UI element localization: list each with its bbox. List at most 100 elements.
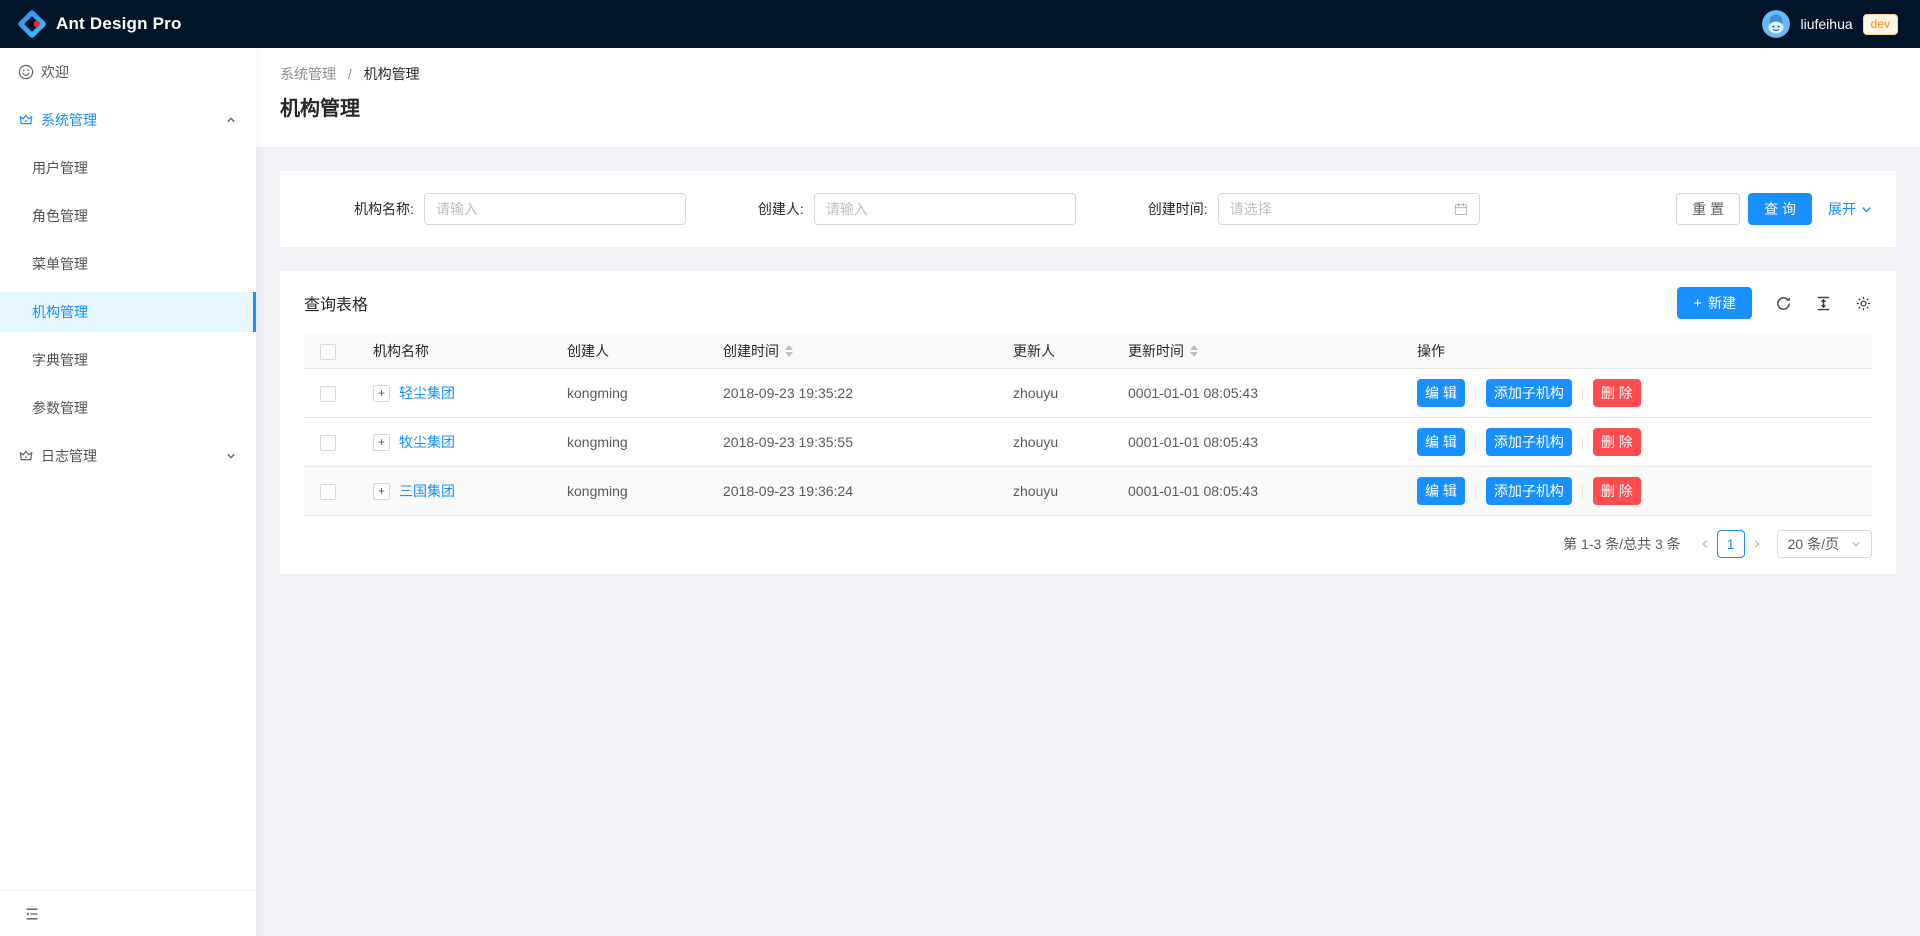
expand-link-label: 展开	[1828, 199, 1856, 219]
filter-field-org-name: 机构名称:	[354, 193, 686, 225]
app-title: Ant Design Pro	[56, 14, 182, 34]
breadcrumb-org-management: 机构管理	[364, 66, 420, 82]
sidebar-item-dict-management[interactable]: 字典管理	[0, 340, 256, 380]
toolbar-actions: + 新建	[1677, 287, 1872, 319]
row-checkbox[interactable]	[320, 435, 336, 451]
creator-cell: kongming	[551, 418, 707, 467]
table-row: + 三国集团 kongming 2018-09-23 19:36:24 zhou…	[304, 467, 1872, 516]
chevron-down-icon	[1861, 204, 1872, 215]
action-divider	[1582, 435, 1583, 450]
column-header-created-time[interactable]: 创建时间	[707, 334, 997, 369]
main-layout: 欢迎 系统管理 用户管理	[0, 48, 1920, 936]
sidebar-item-system-management[interactable]: 系统管理	[0, 100, 256, 140]
updated-time-cell: 0001-01-01 08:05:43	[1112, 418, 1401, 467]
logo-area[interactable]: Ant Design Pro	[18, 10, 182, 38]
delete-button-label: 删 除	[1601, 434, 1633, 450]
sidebar-collapse-trigger[interactable]	[0, 890, 256, 936]
add-child-org-button-label: 添加子机构	[1494, 434, 1564, 450]
username[interactable]: liufeihua	[1800, 16, 1852, 32]
created-time-cell: 2018-09-23 19:35:22	[707, 369, 997, 418]
plus-icon: +	[1693, 296, 1702, 311]
reset-button[interactable]: 重 置	[1676, 193, 1740, 225]
created-time-datepicker[interactable]: 请选择	[1218, 193, 1480, 225]
sidebar-menu: 欢迎 系统管理 用户管理	[0, 48, 256, 484]
column-header-label: 创建时间	[723, 341, 779, 361]
page-number-1[interactable]: 1	[1717, 530, 1745, 558]
action-divider	[1582, 386, 1583, 401]
prev-page-icon[interactable]	[1693, 530, 1717, 558]
delete-button[interactable]: 删 除	[1593, 379, 1641, 407]
sidebar-item-param-management[interactable]: 参数管理	[0, 388, 256, 428]
updated-time-cell: 0001-01-01 08:05:43	[1112, 467, 1401, 516]
sidebar-item-label: 菜单管理	[32, 254, 88, 274]
org-name-link[interactable]: 轻尘集团	[399, 383, 455, 403]
edit-button[interactable]: 编 辑	[1417, 379, 1465, 407]
menu-fold-icon	[24, 906, 40, 922]
crown-icon	[18, 112, 34, 128]
delete-button[interactable]: 删 除	[1593, 477, 1641, 505]
select-all-checkbox[interactable]	[320, 344, 336, 360]
sort-icon	[1190, 345, 1198, 357]
expand-link[interactable]: 展开	[1828, 199, 1872, 219]
updater-cell: zhouyu	[997, 418, 1112, 467]
sidebar-item-org-management[interactable]: 机构管理	[0, 292, 256, 332]
sidebar-item-label: 欢迎	[41, 62, 69, 82]
creator-input[interactable]	[814, 193, 1076, 225]
user-avatar[interactable]	[1762, 10, 1790, 38]
column-header-actions: 操作	[1401, 334, 1872, 369]
filter-field-creator: 创建人:	[758, 193, 1076, 225]
expand-row-icon[interactable]: +	[373, 434, 390, 451]
expand-row-icon[interactable]: +	[373, 483, 390, 500]
column-header-updated-time[interactable]: 更新时间	[1112, 334, 1401, 369]
org-name-input[interactable]	[424, 193, 686, 225]
table-toolbar: 查询表格 + 新建	[280, 271, 1896, 334]
page-title: 机构管理	[280, 95, 1896, 123]
edit-button[interactable]: 编 辑	[1417, 477, 1465, 505]
add-child-org-button[interactable]: 添加子机构	[1486, 477, 1572, 505]
action-divider	[1582, 484, 1583, 499]
expand-row-icon[interactable]: +	[373, 385, 390, 402]
sidebar-item-role-management[interactable]: 角色管理	[0, 196, 256, 236]
edit-button[interactable]: 编 辑	[1417, 428, 1465, 456]
creator-cell: kongming	[551, 369, 707, 418]
search-button[interactable]: 查 询	[1748, 193, 1812, 225]
org-name-link[interactable]: 三国集团	[399, 481, 455, 501]
page-header: 系统管理 / 机构管理 机构管理	[256, 48, 1920, 147]
smile-icon	[18, 64, 34, 80]
env-tag: dev	[1863, 14, 1898, 35]
settings-gear-icon[interactable]	[1855, 295, 1872, 312]
created-time-label: 创建时间:	[1148, 199, 1208, 219]
sidebar-item-welcome[interactable]: 欢迎	[0, 52, 256, 92]
next-page-icon[interactable]	[1745, 530, 1769, 558]
chevron-down-icon	[226, 451, 236, 461]
org-name-link[interactable]: 牧尘集团	[399, 432, 455, 452]
row-checkbox[interactable]	[320, 484, 336, 500]
sidebar: 欢迎 系统管理 用户管理	[0, 48, 256, 936]
page-size-value: 20 条/页	[1788, 534, 1839, 554]
column-header-updater: 更新人	[997, 334, 1112, 369]
content-area: 系统管理 / 机构管理 机构管理 机构名称: 创建人: 创建时间:	[256, 48, 1920, 936]
add-child-org-button-label: 添加子机构	[1494, 385, 1564, 401]
column-height-icon[interactable]	[1815, 295, 1832, 312]
sidebar-item-label: 机构管理	[32, 302, 88, 322]
new-button[interactable]: + 新建	[1677, 287, 1752, 319]
created-time-cell: 2018-09-23 19:36:24	[707, 467, 997, 516]
add-child-org-button[interactable]: 添加子机构	[1486, 428, 1572, 456]
page-size-select[interactable]: 20 条/页	[1777, 530, 1872, 558]
updater-cell: zhouyu	[997, 467, 1112, 516]
reload-icon[interactable]	[1775, 295, 1792, 312]
sidebar-item-label: 系统管理	[41, 110, 97, 130]
column-header-name: 机构名称	[357, 334, 551, 369]
creator-label: 创建人:	[758, 199, 804, 219]
ant-design-logo-icon	[18, 10, 46, 38]
sidebar-item-label: 日志管理	[41, 446, 97, 466]
delete-button[interactable]: 删 除	[1593, 428, 1641, 456]
sidebar-item-log-management[interactable]: 日志管理	[0, 436, 256, 476]
add-child-org-button[interactable]: 添加子机构	[1486, 379, 1572, 407]
org-name-label: 机构名称:	[354, 199, 414, 219]
sidebar-item-menu-management[interactable]: 菜单管理	[0, 244, 256, 284]
sidebar-item-user-management[interactable]: 用户管理	[0, 148, 256, 188]
breadcrumb-system-management[interactable]: 系统管理	[280, 66, 336, 82]
row-checkbox[interactable]	[320, 386, 336, 402]
edit-button-label: 编 辑	[1425, 385, 1457, 401]
